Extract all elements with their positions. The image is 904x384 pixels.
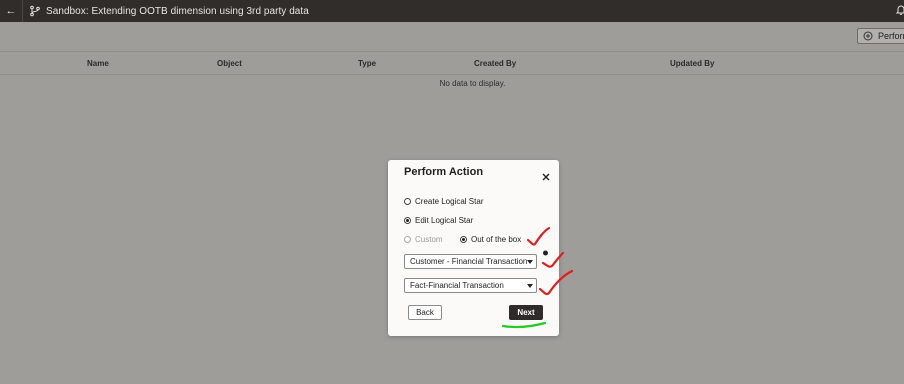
dimension-select[interactable]: Customer - Financial Transaction <box>404 254 537 269</box>
top-bar: ← Sandbox: Extending OOTB dimension usin… <box>0 0 904 22</box>
dialog-title: Perform Action <box>404 166 484 178</box>
perform-action-button[interactable]: Perform <box>857 28 904 44</box>
caret-down-icon <box>527 284 533 288</box>
perform-action-label: Perform <box>878 31 904 41</box>
column-header-type[interactable]: Type <box>358 59 376 68</box>
column-header-created-by[interactable]: Created By <box>474 59 516 68</box>
empty-table-message: No data to display. <box>439 79 506 88</box>
radio-edit-logical-star[interactable]: Edit Logical Star <box>404 216 473 225</box>
page-title: Sandbox: Extending OOTB dimension using … <box>46 5 309 17</box>
next-button[interactable]: Next <box>509 305 543 320</box>
caret-down-icon <box>527 260 533 264</box>
bell-icon[interactable] <box>895 4 904 16</box>
radio-create-logical-star[interactable]: Create Logical Star <box>404 197 483 206</box>
radio-out-of-the-box[interactable]: Out of the box <box>460 235 521 244</box>
back-button[interactable]: Back <box>408 305 442 320</box>
radio-button[interactable] <box>404 198 411 205</box>
table-header: Name Object Type Created By Updated By <box>0 51 904 75</box>
column-header-object[interactable]: Object <box>217 59 242 68</box>
plus-circle-icon <box>863 31 873 41</box>
radio-label: Edit Logical Star <box>415 216 474 225</box>
radio-button-disabled[interactable] <box>404 236 411 243</box>
radio-button-selected[interactable] <box>404 217 411 224</box>
radio-label: Create Logical Star <box>415 197 484 206</box>
divider <box>22 0 23 22</box>
radio-label: Custom <box>415 235 443 244</box>
close-icon[interactable] <box>541 172 551 182</box>
radio-custom[interactable]: Custom <box>404 235 443 244</box>
toolbar: Perform <box>0 22 904 50</box>
radio-button-selected[interactable] <box>460 236 467 243</box>
column-header-updated-by[interactable]: Updated By <box>670 59 714 68</box>
column-header-name[interactable]: Name <box>87 59 109 68</box>
fact-select[interactable]: Fact-Financial Transaction <box>404 278 537 293</box>
arrow-left-icon[interactable]: ← <box>3 5 19 17</box>
dimension-select-value: Customer - Financial Transaction <box>410 257 528 266</box>
fact-select-value: Fact-Financial Transaction <box>410 281 504 290</box>
perform-action-dialog: Perform Action Create Logical Star Edit … <box>388 160 559 336</box>
info-icon[interactable] <box>543 250 548 256</box>
branch-icon <box>30 5 40 17</box>
radio-label: Out of the box <box>471 235 522 244</box>
